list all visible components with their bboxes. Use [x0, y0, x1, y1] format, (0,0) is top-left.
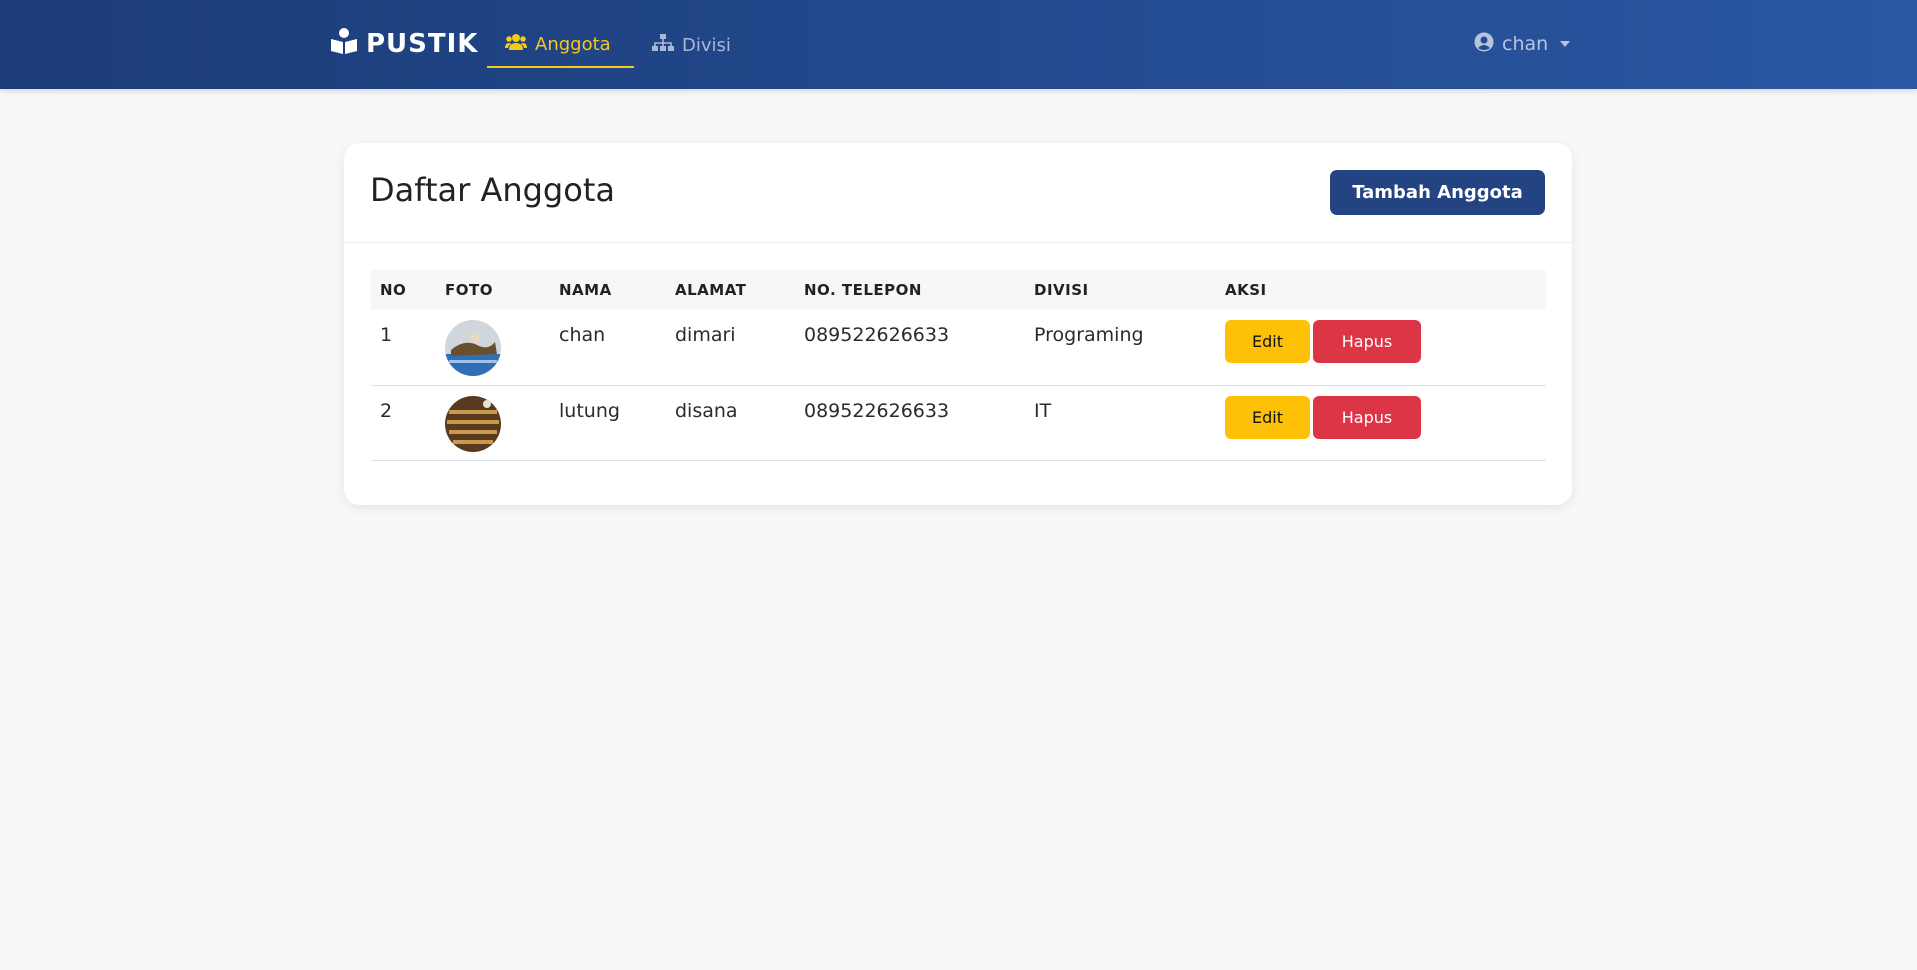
brand-name: PUSTIK	[366, 29, 479, 59]
cell-alamat: disana	[675, 399, 738, 422]
anggota-card: Daftar Anggota Tambah Anggota NO FOTO NA…	[344, 143, 1572, 505]
cell-no: 1	[380, 324, 393, 346]
cell-telepon: 089522626633	[804, 324, 950, 346]
card-header: Daftar Anggota Tambah Anggota	[344, 143, 1572, 243]
page-title: Daftar Anggota	[370, 171, 615, 209]
cell-no: 2	[380, 399, 393, 422]
user-circle-icon	[1474, 32, 1494, 57]
cell-foto	[436, 385, 550, 460]
navbar: PUSTIK Anggota Divisi chan	[0, 0, 1917, 89]
edit-button[interactable]: Edit	[1225, 320, 1310, 363]
header-nama: NAMA	[559, 281, 612, 299]
nav-anggota-label: Anggota	[535, 33, 611, 55]
header-divisi: DIVISI	[1034, 281, 1089, 299]
table-row: 2 lutung disana 089522626633 IT Edit Hap…	[371, 385, 1546, 460]
brand[interactable]: PUSTIK	[330, 27, 478, 61]
cell-divisi: Programing	[1034, 324, 1144, 346]
cell-aksi: Edit Hapus	[1216, 310, 1546, 385]
table-row: 1 chan dimari 089522626633 Programing Ed…	[371, 310, 1546, 385]
user-menu[interactable]: chan	[1474, 30, 1571, 58]
cell-telepon: 089522626633	[804, 399, 950, 422]
nav-divisi-label: Divisi	[682, 34, 731, 56]
nav-anggota[interactable]: Anggota	[487, 22, 634, 68]
cell-divisi: IT	[1034, 399, 1052, 422]
user-name: chan	[1502, 33, 1549, 55]
sitemap-icon	[652, 33, 674, 57]
cell-nama: chan	[559, 324, 606, 346]
avatar	[445, 395, 501, 452]
nav-divisi[interactable]: Divisi	[634, 22, 749, 68]
caret-down-icon	[1560, 41, 1571, 47]
hapus-button[interactable]: Hapus	[1313, 395, 1421, 439]
users-icon	[505, 33, 527, 56]
add-anggota-button[interactable]: Tambah Anggota	[1330, 170, 1545, 215]
header-aksi: AKSI	[1225, 281, 1267, 299]
header-telepon: NO. TELEPON	[804, 281, 922, 299]
cell-aksi: Edit Hapus	[1216, 385, 1546, 460]
cell-alamat: dimari	[675, 324, 736, 346]
anggota-table: NO FOTO NAMA ALAMAT NO. TELEPON DIVISI A…	[371, 270, 1546, 461]
header-foto: FOTO	[445, 281, 493, 299]
avatar	[445, 320, 501, 376]
book-reader-icon	[330, 27, 358, 62]
cell-foto	[436, 310, 550, 385]
table-header-row: NO FOTO NAMA ALAMAT NO. TELEPON DIVISI A…	[371, 270, 1546, 310]
edit-button[interactable]: Edit	[1225, 395, 1310, 439]
cell-nama: lutung	[559, 399, 620, 422]
header-alamat: ALAMAT	[675, 281, 747, 299]
header-no: NO	[380, 281, 407, 299]
hapus-button[interactable]: Hapus	[1313, 320, 1421, 363]
